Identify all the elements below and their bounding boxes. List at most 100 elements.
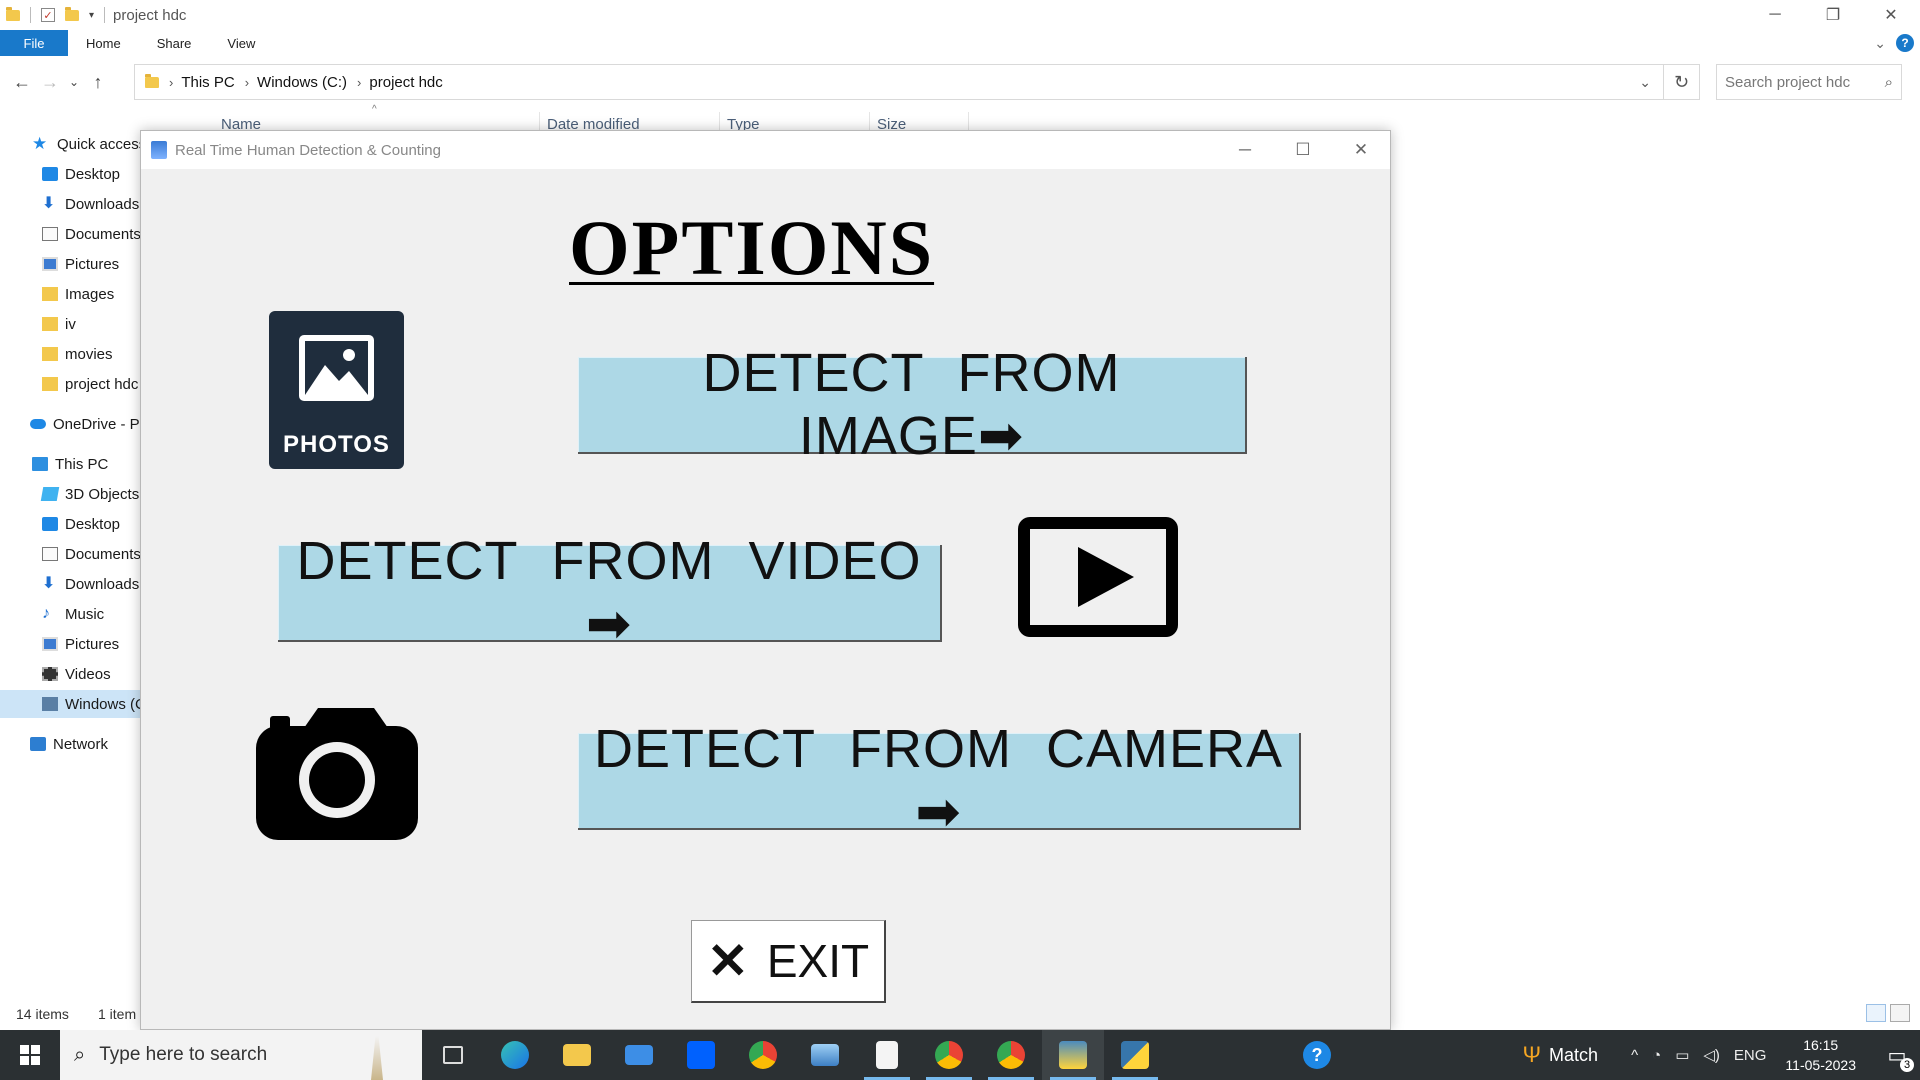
videos-icon (42, 667, 58, 681)
up-arrow-icon[interactable]: ↑ (84, 72, 112, 93)
address-bar[interactable]: › This PC › Windows (C:) › project hdc ⌄ (134, 64, 1664, 100)
refresh-icon[interactable]: ↻ (1664, 64, 1700, 100)
notification-count: 3 (1900, 1058, 1914, 1072)
forward-arrow-icon[interactable]: → (36, 72, 64, 93)
nav-pc-desktop[interactable]: Desktop (0, 510, 150, 538)
nav-label: Windows (C (65, 695, 146, 713)
nav-onedrive[interactable]: OneDrive - P (0, 410, 150, 438)
tab-share[interactable]: Share (139, 30, 210, 56)
nav-label: 3D Objects (65, 485, 140, 503)
clock-time: 16:15 (1803, 1037, 1839, 1053)
taskbar-help[interactable]: ? (1286, 1030, 1348, 1080)
explorer-window-controls: ─ ❐ ✕ (1746, 0, 1920, 30)
chevron-right-icon[interactable]: › (169, 75, 173, 90)
nav-this-pc[interactable]: This PC (0, 450, 150, 478)
start-button[interactable] (0, 1030, 60, 1080)
volume-icon[interactable]: ◁) (1703, 1046, 1720, 1064)
nav-qa-project-hdc[interactable]: project hdc (0, 370, 150, 398)
windows-logo-icon (20, 1045, 40, 1065)
widget-match[interactable]: Ψ Match (1523, 1042, 1598, 1068)
document-icon (42, 227, 58, 241)
nav-network[interactable]: Network (0, 730, 150, 758)
minimize-icon[interactable]: ─ (1746, 0, 1804, 30)
tab-file[interactable]: File (0, 30, 68, 56)
taskbar-edge[interactable] (484, 1030, 546, 1080)
nav-qa-downloads[interactable]: ⬇ Downloads (0, 190, 150, 218)
nav-label: Videos (65, 665, 111, 683)
taskbar-dropbox[interactable] (670, 1030, 732, 1080)
expand-ribbon-icon[interactable]: ⌄ (1874, 35, 1886, 52)
details-view-icon[interactable] (1866, 1004, 1886, 1022)
quick-access-toolbar: ✓ ▾ (0, 6, 106, 23)
detect-from-video-button[interactable]: DETECT FROM VIDEO ➡ (278, 531, 942, 654)
desktop-icon (42, 517, 58, 531)
large-icons-view-icon[interactable] (1890, 1004, 1910, 1022)
cloud-icon (30, 419, 46, 429)
recent-locations-icon[interactable]: ⌄ (64, 75, 84, 89)
restore-icon[interactable]: ❐ (1804, 0, 1862, 30)
task-view-icon (443, 1046, 463, 1064)
nav-qa-iv[interactable]: iv (0, 310, 150, 338)
taskbar-file-explorer[interactable] (546, 1030, 608, 1080)
show-hidden-icons-icon[interactable]: ^ (1631, 1047, 1638, 1064)
back-arrow-icon[interactable]: ← (8, 72, 36, 93)
nav-label: Desktop (65, 165, 121, 183)
nav-label: movies (65, 345, 113, 363)
nav-qa-pictures[interactable]: Pictures (0, 250, 150, 278)
taskbar-python[interactable] (1104, 1030, 1166, 1080)
wifi-icon[interactable]: ◔ (1652, 1047, 1661, 1064)
nav-pc-documents[interactable]: Documents (0, 540, 150, 568)
nav-pc-music[interactable]: ♪ Music (0, 600, 150, 628)
nav-pc-windows-c[interactable]: Windows (C (0, 690, 150, 718)
notification-center-button[interactable]: ▭ 3 (1874, 1030, 1920, 1080)
app-window-title: Real Time Human Detection & Counting (175, 141, 441, 159)
nav-qa-movies[interactable]: movies (0, 340, 150, 368)
maximize-icon[interactable]: ☐ (1274, 131, 1332, 169)
exit-button[interactable]: ✕ EXIT (691, 920, 886, 1003)
taskbar-search-box[interactable]: ⌕ Type here to search (60, 1030, 422, 1080)
breadcrumb-windows-c[interactable]: Windows (C:) (257, 74, 347, 91)
battery-icon[interactable]: ▭ (1675, 1046, 1689, 1064)
exit-label: EXIT (766, 935, 870, 987)
properties-icon[interactable]: ✓ (41, 8, 55, 22)
taskbar-chrome[interactable] (732, 1030, 794, 1080)
nav-label: Downloads (65, 195, 140, 213)
nav-pc-downloads[interactable]: ⬇ Downloads (0, 570, 150, 598)
language-indicator[interactable]: ENG (1734, 1047, 1767, 1064)
nav-label: OneDrive - P (53, 415, 140, 433)
nav-pc-pictures[interactable]: Pictures (0, 630, 150, 658)
nav-quick-access[interactable]: ★ Quick access (0, 130, 150, 158)
nav-qa-documents[interactable]: Documents (0, 220, 150, 248)
taskbar-python-app[interactable] (1042, 1030, 1104, 1080)
taskbar-document[interactable] (856, 1030, 918, 1080)
taskbar-chrome-profile-2[interactable] (980, 1030, 1042, 1080)
search-input[interactable]: Search project hdc ⌕ (1716, 64, 1902, 100)
detect-from-image-button[interactable]: DETECT FROM IMAGE➡ (578, 343, 1247, 466)
new-folder-icon[interactable] (65, 6, 79, 21)
clock[interactable]: 16:15 11-05-2023 (1785, 1035, 1856, 1075)
help-icon[interactable]: ? (1896, 34, 1914, 52)
chevron-right-icon[interactable]: › (245, 75, 249, 90)
nav-pc-videos[interactable]: Videos (0, 660, 150, 688)
close-icon[interactable]: ✕ (1862, 0, 1920, 30)
breadcrumb-project-hdc[interactable]: project hdc (369, 74, 442, 91)
nav-label: Network (53, 735, 109, 753)
taskbar-app[interactable] (794, 1030, 856, 1080)
breadcrumb-this-pc[interactable]: This PC (181, 74, 234, 91)
close-icon[interactable]: ✕ (1332, 131, 1390, 169)
tab-home[interactable]: Home (68, 30, 139, 56)
task-view-button[interactable] (422, 1030, 484, 1080)
address-dropdown-icon[interactable]: ⌄ (1639, 74, 1651, 91)
chevron-right-icon[interactable]: › (357, 75, 361, 90)
nav-pc-3d-objects[interactable]: 3D Objects (0, 480, 150, 508)
nav-qa-images[interactable]: Images (0, 280, 150, 308)
taskbar-chrome-profile-1[interactable] (918, 1030, 980, 1080)
help-icon: ? (1303, 1041, 1331, 1069)
pictures-icon (42, 257, 58, 271)
customize-toolbar-icon[interactable]: ▾ (89, 10, 94, 21)
minimize-icon[interactable]: ─ (1216, 131, 1274, 169)
detect-from-camera-button[interactable]: DETECT FROM CAMERA ➡ (578, 719, 1301, 842)
tab-view[interactable]: View (209, 30, 273, 56)
taskbar-mail[interactable] (608, 1030, 670, 1080)
nav-qa-desktop[interactable]: Desktop (0, 160, 150, 188)
